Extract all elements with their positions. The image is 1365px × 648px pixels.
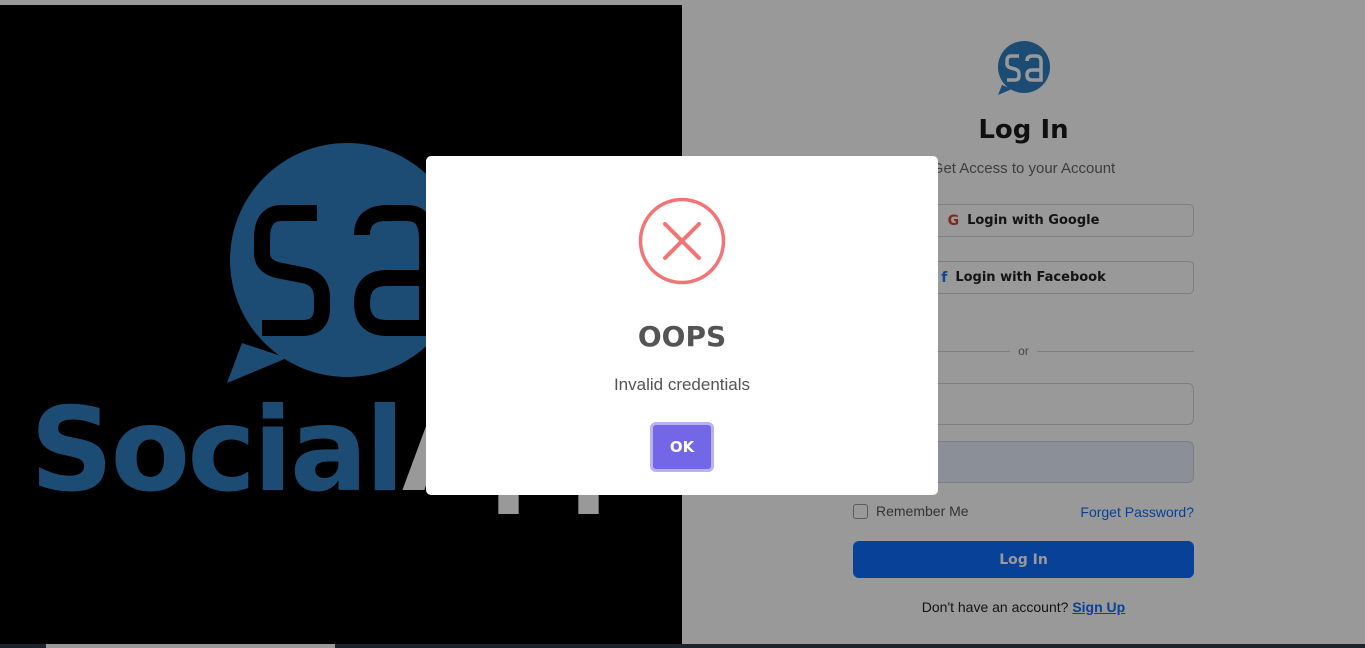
ok-button[interactable]: OK [650, 422, 714, 472]
dialog-title: OOPS [637, 320, 727, 353]
error-x-icon [638, 197, 726, 285]
dialog-message: Invalid credentials [613, 375, 751, 394]
error-dialog: OOPS Invalid credentials OK [426, 156, 938, 495]
